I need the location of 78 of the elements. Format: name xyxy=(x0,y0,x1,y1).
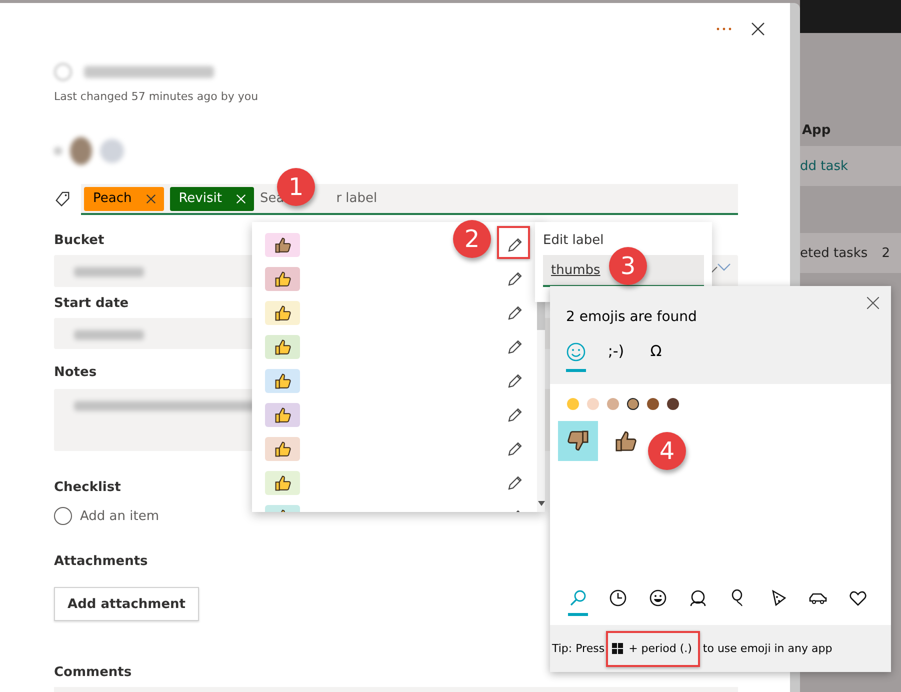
pencil-icon[interactable] xyxy=(507,373,523,389)
label-swatch[interactable] xyxy=(265,471,300,495)
placeholder-text: r label xyxy=(336,191,378,206)
skin-tone-dot[interactable] xyxy=(587,398,599,410)
close-icon[interactable] xyxy=(867,297,879,309)
thumbs-up-icon xyxy=(614,429,638,453)
add-attachment-button[interactable]: Add attachment xyxy=(54,587,199,621)
pencil-icon[interactable] xyxy=(507,475,523,491)
thumbs-down-icon xyxy=(566,429,590,453)
radio-circle[interactable] xyxy=(54,507,72,525)
label-swatch[interactable] xyxy=(265,233,300,257)
thumbs-up-icon xyxy=(274,372,292,390)
pencil-icon[interactable] xyxy=(507,271,523,287)
smiley-icon xyxy=(566,342,586,362)
completed-tasks-text: eted tasks xyxy=(800,246,868,260)
skin-tone-dot[interactable] xyxy=(667,398,679,410)
blurred-avatar xyxy=(100,139,124,163)
last-changed-text: Last changed 57 minutes ago by you xyxy=(54,90,260,104)
label-swatch[interactable] xyxy=(265,335,300,359)
label-swatch[interactable] xyxy=(265,403,300,427)
tag-icon xyxy=(54,191,71,208)
skin-tone-dot[interactable] xyxy=(607,398,619,410)
label-swatch[interactable] xyxy=(265,437,300,461)
label-swatch[interactable] xyxy=(265,369,300,393)
skin-tone-dot[interactable] xyxy=(647,398,659,410)
thumbs-up-icon xyxy=(274,338,292,356)
label-chip[interactable]: Peach xyxy=(84,186,164,210)
completed-count: 2 xyxy=(882,246,890,260)
blurred-icon xyxy=(54,147,62,155)
chevron-icon xyxy=(716,261,732,273)
search-icon xyxy=(569,589,587,607)
smiley-icon xyxy=(649,589,667,607)
pencil-icon[interactable] xyxy=(507,441,523,457)
skin-tone-dot[interactable] xyxy=(627,398,639,410)
scroll-down-arrow-icon[interactable] xyxy=(538,501,545,506)
field-label: Notes xyxy=(54,364,97,382)
label-chip[interactable]: Revisit xyxy=(170,186,254,210)
windows-logo-icon xyxy=(612,643,623,654)
remove-icon[interactable] xyxy=(146,194,156,204)
emoji-tab[interactable]: Ω xyxy=(646,342,666,372)
label-swatch[interactable] xyxy=(265,301,300,325)
skin-tone-dot[interactable] xyxy=(567,398,579,410)
scrollbar-thumb[interactable] xyxy=(537,300,545,330)
results-heading: 2 emojis are found xyxy=(566,308,698,326)
heart-icon xyxy=(849,589,867,607)
pizza-icon xyxy=(769,589,787,607)
emoji-tab[interactable] xyxy=(566,342,586,372)
board-title: App xyxy=(801,122,832,140)
thumbs-up-icon xyxy=(274,406,292,424)
pencil-icon[interactable] xyxy=(507,305,523,321)
tip-text: Tip: Press xyxy=(552,642,605,655)
section-heading: Comments xyxy=(54,664,132,682)
thumbs-up-icon xyxy=(274,474,292,492)
popup-title: Edit label xyxy=(543,233,605,249)
add-task-row[interactable]: dd task xyxy=(800,146,901,186)
highlight-box xyxy=(497,226,530,259)
add-item-text[interactable]: Add an item xyxy=(80,508,160,524)
blurred-circle xyxy=(54,63,72,81)
field-label: Start date xyxy=(54,295,129,313)
pencil-icon[interactable] xyxy=(507,237,523,253)
section-heading: Checklist xyxy=(54,479,121,497)
label-swatch[interactable] xyxy=(265,267,300,291)
person-icon xyxy=(689,589,707,607)
thumbs-up-icon xyxy=(274,440,292,458)
tip-text: + period (.) xyxy=(628,642,692,655)
blurred-avatar xyxy=(70,137,92,165)
completed-tasks-row[interactable]: eted tasks 2 xyxy=(800,233,901,273)
thumbs-up-icon xyxy=(274,304,292,322)
clock-icon xyxy=(609,589,627,607)
pencil-icon[interactable] xyxy=(507,339,523,355)
section-heading: Attachments xyxy=(54,553,148,571)
emoji-result[interactable] xyxy=(558,421,598,461)
emoji-tab[interactable]: ;-) xyxy=(606,342,626,372)
thumbs-up-icon xyxy=(274,270,292,288)
field-label: Bucket xyxy=(54,232,104,250)
thumbs-up-icon xyxy=(274,236,292,254)
tip-text: to use emoji in any app xyxy=(702,642,832,655)
pencil-icon[interactable] xyxy=(507,407,523,423)
